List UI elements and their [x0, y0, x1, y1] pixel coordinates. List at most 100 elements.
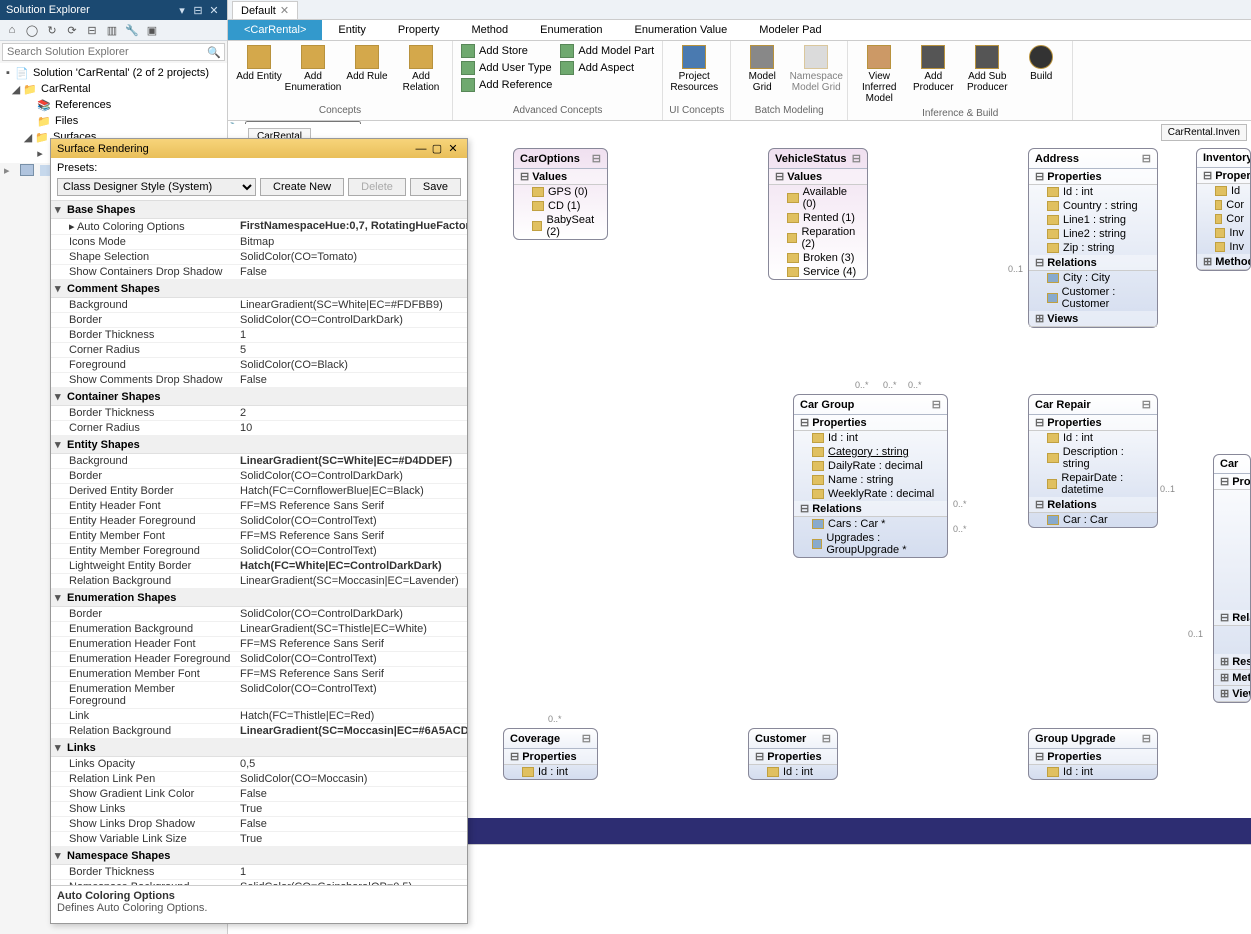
properties-icon[interactable]: 🔧 [124, 22, 140, 38]
refresh-icon[interactable]: ⟳ [64, 22, 80, 38]
enum-value[interactable]: CD (1) [514, 199, 607, 213]
collapse-icon[interactable]: ⊟ [1142, 398, 1151, 411]
enum-value[interactable]: GPS (0) [514, 185, 607, 199]
prop-category[interactable]: ▾Links [51, 739, 467, 757]
collapse-icon[interactable]: ⊟ [822, 732, 831, 745]
property-row[interactable]: Country : string [1029, 199, 1157, 213]
prop-row[interactable]: Icons ModeBitmap [51, 235, 467, 250]
prop-row[interactable]: Enumeration Member FontFF=MS Reference S… [51, 667, 467, 682]
enum-value[interactable]: Available (0) [769, 185, 867, 211]
prop-row[interactable]: BorderSolidColor(CO=ControlDarkDark) [51, 607, 467, 622]
prop-row[interactable]: Corner Radius5 [51, 343, 467, 358]
prop-row[interactable]: Border Thickness1 [51, 328, 467, 343]
prop-row[interactable]: Show Links Drop ShadowFalse [51, 817, 467, 832]
property-row[interactable]: Cor [1197, 212, 1250, 226]
property-row[interactable]: DailyRate : decimal [794, 459, 947, 473]
showall-icon[interactable]: ▥ [104, 22, 120, 38]
prop-row[interactable]: Enumeration Member ForegroundSolidColor(… [51, 682, 467, 709]
property-row[interactable]: Category : string [794, 445, 947, 459]
maximize-icon[interactable]: ▢ [429, 142, 445, 155]
prop-row[interactable]: ▸ Auto Coloring OptionsFirstNamespaceHue… [51, 219, 467, 235]
document-tab[interactable]: Default ✕ [232, 1, 298, 19]
add-aspect-button[interactable]: Add Aspect [558, 60, 656, 76]
collapse-icon[interactable]: ⊟ [582, 732, 591, 745]
prop-row[interactable]: Show Gradient Link ColorFalse [51, 787, 467, 802]
search-icon[interactable]: 🔍 [204, 44, 224, 60]
prop-row[interactable]: BackgroundLinearGradient(SC=White|EC=#D4… [51, 454, 467, 469]
property-row[interactable]: Id [1197, 184, 1250, 198]
save-button[interactable]: Save [410, 178, 461, 196]
add-relation-button[interactable]: Add Relation [396, 43, 446, 95]
prop-row[interactable]: Entity Header ForegroundSolidColor(CO=Co… [51, 514, 467, 529]
prop-row[interactable]: Links Opacity0,5 [51, 757, 467, 772]
tree-references[interactable]: 📚 References [0, 97, 227, 113]
property-row[interactable]: Line1 : string [1029, 213, 1157, 227]
prop-row[interactable]: BackgroundLinearGradient(SC=White|EC=#FD… [51, 298, 467, 313]
collapse-icon[interactable]: ⊟ [592, 152, 601, 165]
entity-caroptions[interactable]: CarOptions⊟ ⊟Values GPS (0) CD (1) BabyS… [513, 148, 608, 240]
collapse-icon[interactable]: ⊟ [84, 22, 100, 38]
collapse-icon[interactable]: ⊟ [1142, 732, 1151, 745]
ribbon-tab-method[interactable]: Method [455, 20, 524, 40]
relation-row[interactable]: Upgrades : GroupUpgrade * [794, 531, 947, 557]
prop-row[interactable]: Shape SelectionSolidColor(CO=Tomato) [51, 250, 467, 265]
prop-row[interactable]: Relation BackgroundLinearGradient(SC=Moc… [51, 574, 467, 589]
prop-row[interactable]: Show LinksTrue [51, 802, 467, 817]
add-subproducer-button[interactable]: Add Sub Producer [962, 43, 1012, 95]
add-usertype-button[interactable]: Add User Type [459, 60, 554, 76]
add-reference-button[interactable]: Add Reference [459, 77, 554, 93]
project-resources-button[interactable]: Project Resources [669, 43, 719, 95]
property-row[interactable]: Id : int [1029, 185, 1157, 199]
ribbon-tab-enumeration[interactable]: Enumeration [524, 20, 618, 40]
ribbon-tab-property[interactable]: Property [382, 20, 456, 40]
property-row[interactable]: Line2 : string [1029, 227, 1157, 241]
entity-address[interactable]: Address⊟ ⊟Properties Id : int Country : … [1028, 148, 1158, 328]
pin-icon[interactable]: ⊟ [191, 3, 205, 17]
enum-value[interactable]: BabySeat (2) [514, 213, 607, 239]
close-icon[interactable]: ✕ [207, 3, 221, 17]
entity-vehiclestatus[interactable]: VehicleStatus⊟ ⊟Values Available (0) Ren… [768, 148, 868, 280]
prop-row[interactable]: Enumeration Header FontFF=MS Reference S… [51, 637, 467, 652]
ribbon-tab-entity[interactable]: Entity [322, 20, 382, 40]
tree-files[interactable]: 📁 Files [0, 113, 227, 129]
prop-row[interactable]: Entity Member ForegroundSolidColor(CO=Co… [51, 544, 467, 559]
solution-search-input[interactable] [3, 44, 204, 60]
relation-row[interactable]: City : City [1029, 271, 1157, 285]
entity-carrepair[interactable]: Car Repair⊟ ⊟Properties Id : int Descrip… [1028, 394, 1158, 528]
property-grid[interactable]: ▾Base Shapes▸ Auto Coloring OptionsFirst… [51, 201, 467, 885]
entity-groupupgrade[interactable]: Group Upgrade⊟ ⊟Properties Id : int [1028, 728, 1158, 780]
home-icon[interactable]: ⌂ [4, 22, 20, 38]
prop-row[interactable]: ForegroundSolidColor(CO=Black) [51, 358, 467, 373]
prop-row[interactable]: Border Thickness1 [51, 865, 467, 880]
enum-value[interactable]: Reparation (2) [769, 225, 867, 251]
property-row[interactable]: Id : int [1029, 765, 1157, 779]
property-row[interactable]: Zip : string [1029, 241, 1157, 255]
dropdown-icon[interactable]: ▾ [175, 3, 189, 17]
property-row[interactable]: Name : string [794, 473, 947, 487]
back-icon[interactable]: ◯ [24, 22, 40, 38]
property-row[interactable]: Id : int [749, 765, 837, 779]
prop-row[interactable]: Border Thickness2 [51, 406, 467, 421]
ribbon-tab-modelerpad[interactable]: Modeler Pad [743, 20, 837, 40]
close-icon[interactable]: ✕ [445, 142, 461, 155]
property-row[interactable]: Inv [1197, 226, 1250, 240]
collapse-icon[interactable]: ⊟ [852, 152, 861, 165]
preview-icon[interactable]: ▣ [144, 22, 160, 38]
relation-row[interactable]: Car : Car [1029, 513, 1157, 527]
add-enumeration-button[interactable]: Add Enumeration [288, 43, 338, 95]
prop-category[interactable]: ▾Comment Shapes [51, 280, 467, 298]
tree-solution-root[interactable]: ▪ 📄 Solution 'CarRental' (2 of 2 project… [0, 65, 227, 81]
add-rule-button[interactable]: Add Rule [342, 43, 392, 84]
relation-row[interactable]: Cars : Car * [794, 517, 947, 531]
prop-category[interactable]: ▾Container Shapes [51, 388, 467, 406]
prop-row[interactable]: Enumeration BackgroundLinearGradient(SC=… [51, 622, 467, 637]
property-row[interactable]: Id : int [794, 431, 947, 445]
entity-inventory[interactable]: Inventory ⊟Properties Id Cor Cor Inv Inv… [1196, 148, 1251, 271]
ribbon-tab-carrental[interactable]: <CarRental> [228, 20, 322, 40]
prop-row[interactable]: LinkHatch(FC=Thistle|EC=Red) [51, 709, 467, 724]
prop-row[interactable]: Entity Member FontFF=MS Reference Sans S… [51, 529, 467, 544]
enum-value[interactable]: Broken (3) [769, 251, 867, 265]
property-row[interactable]: Cor [1197, 198, 1250, 212]
property-row[interactable]: RepairDate : datetime [1029, 471, 1157, 497]
property-row[interactable]: Id : int [504, 765, 597, 779]
